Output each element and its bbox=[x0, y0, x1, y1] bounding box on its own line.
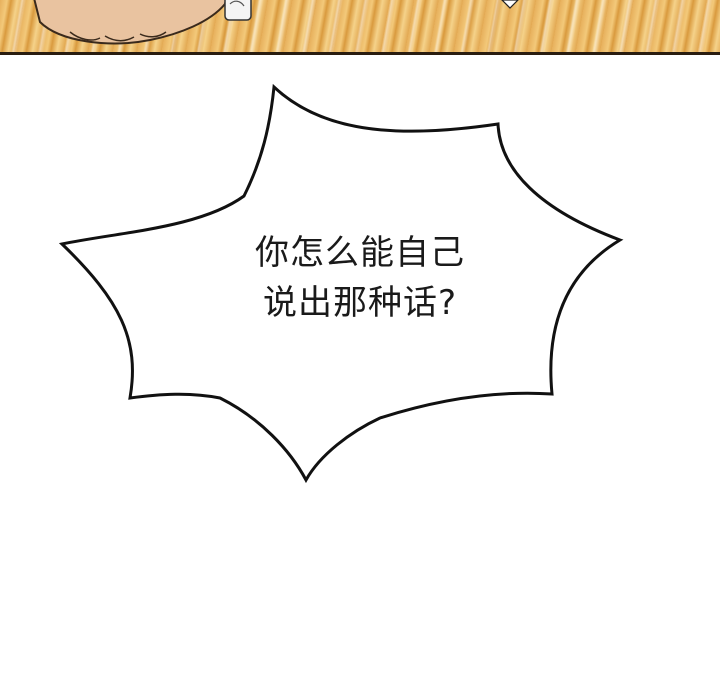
speech-line-2: 说出那种话? bbox=[262, 283, 458, 323]
comic-page: 你怎么能自己 说出那种话? bbox=[0, 0, 720, 700]
speech-bubble-text: 你怎么能自己 说出那种话? bbox=[200, 228, 520, 328]
speech-line-1: 你怎么能自己 bbox=[255, 233, 465, 273]
spiky-speech-bubble bbox=[58, 83, 624, 484]
can-illustration bbox=[224, 0, 252, 21]
panel-corner-mark bbox=[501, 0, 519, 9]
feet-illustration bbox=[33, 0, 227, 45]
